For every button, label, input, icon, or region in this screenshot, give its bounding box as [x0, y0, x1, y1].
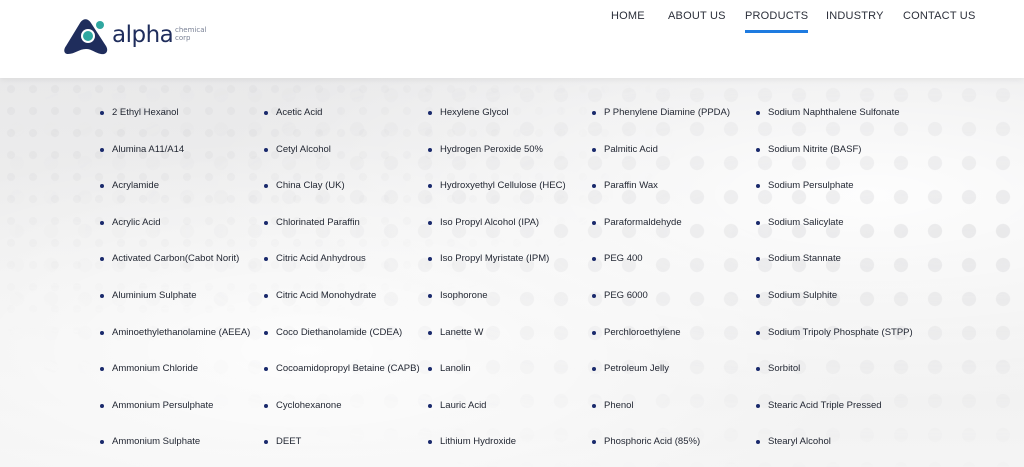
list-item[interactable]: Cetyl Alcohol	[264, 143, 420, 180]
list-item[interactable]: Aluminium Sulphate	[100, 289, 250, 326]
list-item[interactable]: Lithium Hydroxide	[428, 435, 566, 467]
list-item[interactable]: Sorbitol	[756, 362, 913, 399]
list-item[interactable]: Iso Propyl Alcohol (IPA)	[428, 216, 566, 253]
list-item[interactable]: Ammonium Chloride	[100, 362, 250, 399]
list-item[interactable]: Sodium Tripoly Phosphate (STPP)	[756, 326, 913, 363]
list-item[interactable]: Cyclohexanone	[264, 399, 420, 436]
list-item[interactable]: 2 Ethyl Hexanol	[100, 106, 250, 143]
list-item[interactable]: Lanolin	[428, 362, 566, 399]
list-item[interactable]: Stearyl Alcohol	[756, 435, 913, 467]
list-item[interactable]: PEG 400	[592, 252, 730, 289]
list-item[interactable]: Hexylene Glycol	[428, 106, 566, 143]
list-item[interactable]: Acrylic Acid	[100, 216, 250, 253]
list-item[interactable]: China Clay (UK)	[264, 179, 420, 216]
list-item[interactable]: Ammonium Sulphate	[100, 435, 250, 467]
list-item[interactable]: Sodium Naphthalene Sulfonate	[756, 106, 913, 143]
nav-contact-us[interactable]: CONTACT US	[903, 10, 976, 34]
list-item[interactable]: Petroleum Jelly	[592, 362, 730, 399]
list-item[interactable]: Sodium Stannate	[756, 252, 913, 289]
nav-home[interactable]: HOME	[611, 10, 645, 34]
list-item[interactable]: Sodium Persulphate	[756, 179, 913, 216]
list-item[interactable]: Citric Acid Monohydrate	[264, 289, 420, 326]
list-item[interactable]: Activated Carbon(Cabot Norit)	[100, 252, 250, 289]
site-header: alpha chemical corp HOME ABOUT US PRODUC…	[0, 0, 1024, 78]
list-item[interactable]: DEET	[264, 435, 420, 467]
list-item[interactable]: Cocoamidopropyl Betaine (CAPB)	[264, 362, 420, 399]
list-item[interactable]: Paraformaldehyde	[592, 216, 730, 253]
list-item[interactable]: PEG 6000	[592, 289, 730, 326]
nav-about-us[interactable]: ABOUT US	[668, 10, 726, 34]
list-item[interactable]: Iso Propyl Myristate (IPM)	[428, 252, 566, 289]
list-item[interactable]: Citric Acid Anhydrous	[264, 252, 420, 289]
list-item[interactable]: Coco Diethanolamide (CDEA)	[264, 326, 420, 363]
product-column-1: 2 Ethyl Hexanol Alumina A11/A14 Acrylami…	[100, 106, 250, 467]
nav-products[interactable]: PRODUCTS	[745, 10, 809, 34]
list-item[interactable]: Ammonium Persulphate	[100, 399, 250, 436]
list-item[interactable]: P Phenylene Diamine (PPDA)	[592, 106, 730, 143]
list-item[interactable]: Acetic Acid	[264, 106, 420, 143]
list-item[interactable]: Phenol	[592, 399, 730, 436]
list-item[interactable]: Isophorone	[428, 289, 566, 326]
product-column-5: Sodium Naphthalene Sulfonate Sodium Nitr…	[756, 106, 913, 467]
list-item[interactable]: Sodium Sulphite	[756, 289, 913, 326]
list-item[interactable]: Hydrogen Peroxide 50%	[428, 143, 566, 180]
list-item[interactable]: Stearic Acid Triple Pressed	[756, 399, 913, 436]
nav-industry[interactable]: INDUSTRY	[826, 10, 884, 34]
product-column-2: Acetic Acid Cetyl Alcohol China Clay (UK…	[264, 106, 420, 467]
products-section: 2 Ethyl Hexanol Alumina A11/A14 Acrylami…	[0, 78, 1024, 467]
list-item[interactable]: Sodium Nitrite (BASF)	[756, 143, 913, 180]
list-item[interactable]: Lanette W	[428, 326, 566, 363]
list-item[interactable]: Palmitic Acid	[592, 143, 730, 180]
list-item[interactable]: Sodium Salicylate	[756, 216, 913, 253]
list-item[interactable]: Acrylamide	[100, 179, 250, 216]
list-item[interactable]: Aminoethylethanolamine (AEEA)	[100, 326, 250, 363]
list-item[interactable]: Phosphoric Acid (85%)	[592, 435, 730, 467]
list-item[interactable]: Paraffin Wax	[592, 179, 730, 216]
main-nav: HOME ABOUT US PRODUCTS INDUSTRY CONTACT …	[0, 10, 1024, 40]
product-column-3: Hexylene Glycol Hydrogen Peroxide 50% Hy…	[428, 106, 566, 467]
list-item[interactable]: Perchloroethylene	[592, 326, 730, 363]
product-column-4: P Phenylene Diamine (PPDA) Palmitic Acid…	[592, 106, 730, 467]
list-item[interactable]: Hydroxyethyl Cellulose (HEC)	[428, 179, 566, 216]
product-list: 2 Ethyl Hexanol Alumina A11/A14 Acrylami…	[0, 78, 1024, 467]
list-item[interactable]: Chlorinated Paraffin	[264, 216, 420, 253]
list-item[interactable]: Alumina A11/A14	[100, 143, 250, 180]
list-item[interactable]: Lauric Acid	[428, 399, 566, 436]
